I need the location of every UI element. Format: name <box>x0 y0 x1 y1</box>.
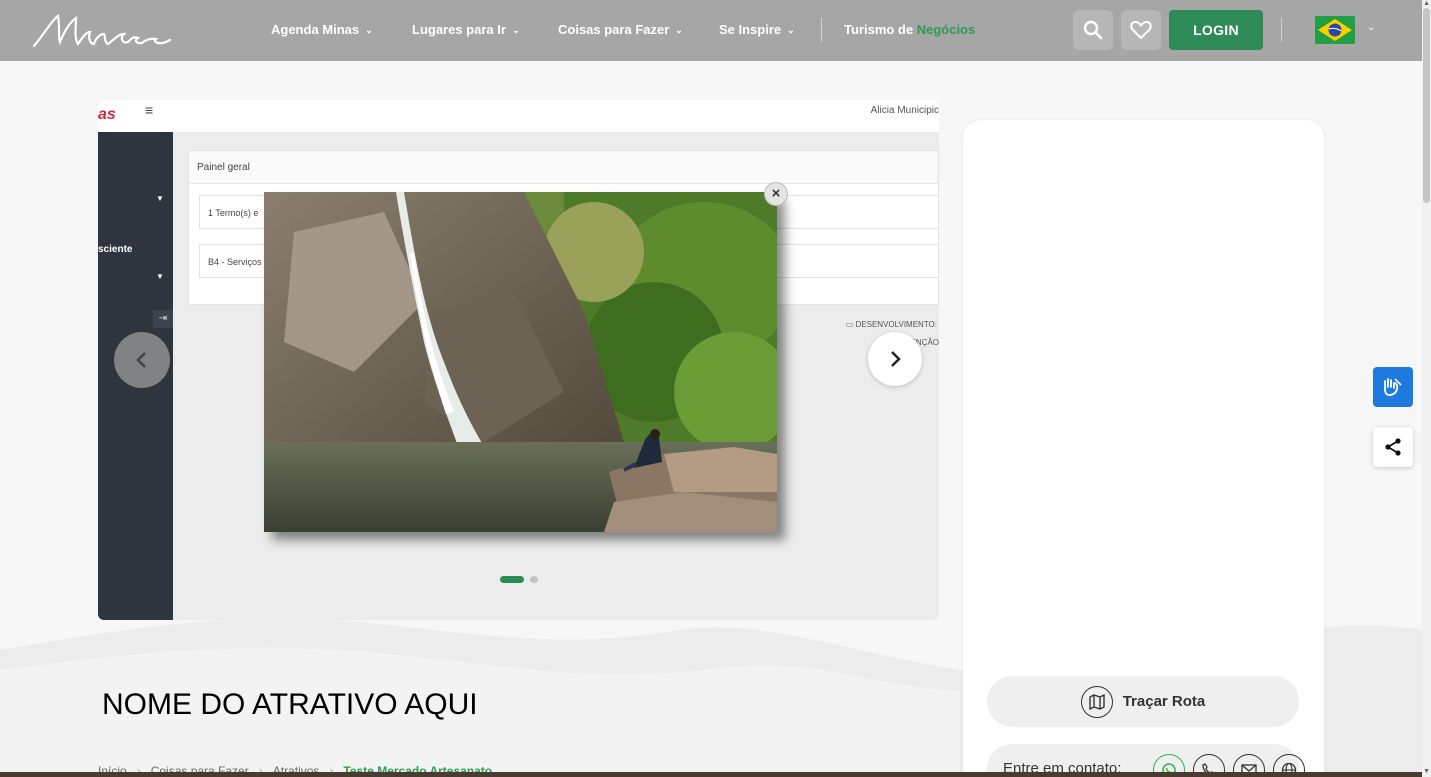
nav-se-inspire-label: Se Inspire <box>719 22 782 37</box>
nav-divider <box>821 18 822 42</box>
caret-down-icon: ▼ <box>156 272 164 281</box>
chevron-down-icon[interactable]: ⌄ <box>1367 22 1375 33</box>
nav-lugares-para-ir[interactable]: Lugares para Ir ⌄ <box>412 22 519 37</box>
search-icon <box>1083 20 1103 40</box>
vlibras-icon <box>1384 378 1402 396</box>
share-button[interactable] <box>1373 427 1413 467</box>
chevron-down-icon: ⌄ <box>675 24 683 35</box>
trace-route-button[interactable]: Traçar Rota <box>987 676 1299 727</box>
attraction-title: NOME DO ATRATIVO AQUI <box>102 688 478 721</box>
chevron-down-icon: ⌄ <box>787 24 795 35</box>
nav-agenda-minas[interactable]: Agenda Minas ⌄ <box>271 22 373 37</box>
minas-logo[interactable] <box>30 10 180 52</box>
gallery-pagination <box>500 576 538 583</box>
heart-icon <box>1130 20 1152 40</box>
nav-divider <box>1281 18 1282 42</box>
waterfall-illustration <box>264 192 777 532</box>
nav-biz-highlight: Negócios <box>916 22 976 37</box>
admin-dev-text: DESENVOLVIMENTO: <box>855 320 938 329</box>
admin-user-name: Alicia Municipic <box>870 105 939 116</box>
page-scrollbar[interactable]: ▲ ▼ <box>1422 0 1431 777</box>
gallery-next-button[interactable] <box>868 332 922 386</box>
nav-biz-prefix: Turismo de <box>844 22 917 37</box>
nav-coisas-para-fazer-label: Coisas para Fazer <box>558 22 670 37</box>
sign-out-icon: ⇥ <box>153 310 173 328</box>
scroll-down-arrow-icon[interactable]: ▼ <box>1423 768 1430 775</box>
share-icon <box>1385 438 1401 456</box>
hamburger-menu-icon: ≡ <box>145 102 154 118</box>
bottom-edge <box>0 772 1422 777</box>
admin-logo: as <box>98 106 116 123</box>
vlibras-accessibility-button[interactable] <box>1373 367 1413 407</box>
gallery-dot[interactable] <box>530 576 538 583</box>
scroll-thumb[interactable] <box>1423 8 1430 203</box>
nav-lugares-para-ir-label: Lugares para Ir <box>412 22 506 37</box>
attraction-gallery: as ≡ Alicia Municipic ▼ sciente ▼ ⇥ Pain… <box>98 100 939 620</box>
favorites-button[interactable] <box>1121 10 1161 50</box>
chevron-down-icon: ⌄ <box>511 24 520 35</box>
login-button[interactable]: LOGIN <box>1169 10 1263 50</box>
search-button[interactable] <box>1073 10 1113 50</box>
gallery-prev-button[interactable] <box>114 332 170 388</box>
map-icon <box>1080 685 1113 718</box>
nav-coisas-para-fazer[interactable]: Coisas para Fazer ⌄ <box>558 22 683 37</box>
admin-dev-label: ▭ DESENVOLVIMENTO: <box>845 320 938 329</box>
nav-agenda-minas-label: Agenda Minas <box>271 22 360 37</box>
chevron-left-icon <box>136 352 146 368</box>
caret-down-icon: ▼ <box>156 194 164 203</box>
admin-sidebar-text: sciente <box>98 244 133 255</box>
chevron-down-icon: ⌄ <box>365 24 373 35</box>
chevron-right-icon <box>891 351 901 367</box>
nav-turismo-de-negocios[interactable]: Turismo de Negócios <box>844 22 975 37</box>
trace-route-label: Traçar Rota <box>1122 693 1206 710</box>
lightbox-close-button[interactable]: × <box>764 182 788 206</box>
brazil-flag-icon[interactable] <box>1315 16 1355 44</box>
scroll-up-arrow-icon[interactable]: ▲ <box>1423 0 1430 7</box>
admin-panel-title: Painel geral <box>189 151 938 184</box>
admin-preview-header: as ≡ Alicia Municipic <box>98 100 939 132</box>
nav-se-inspire[interactable]: Se Inspire ⌄ <box>719 22 795 37</box>
top-navigation: Agenda Minas ⌄ Lugares para Ir ⌄ Coisas … <box>0 0 1422 61</box>
gallery-dot-active[interactable] <box>500 576 524 583</box>
waterfall-photo[interactable] <box>264 192 777 532</box>
